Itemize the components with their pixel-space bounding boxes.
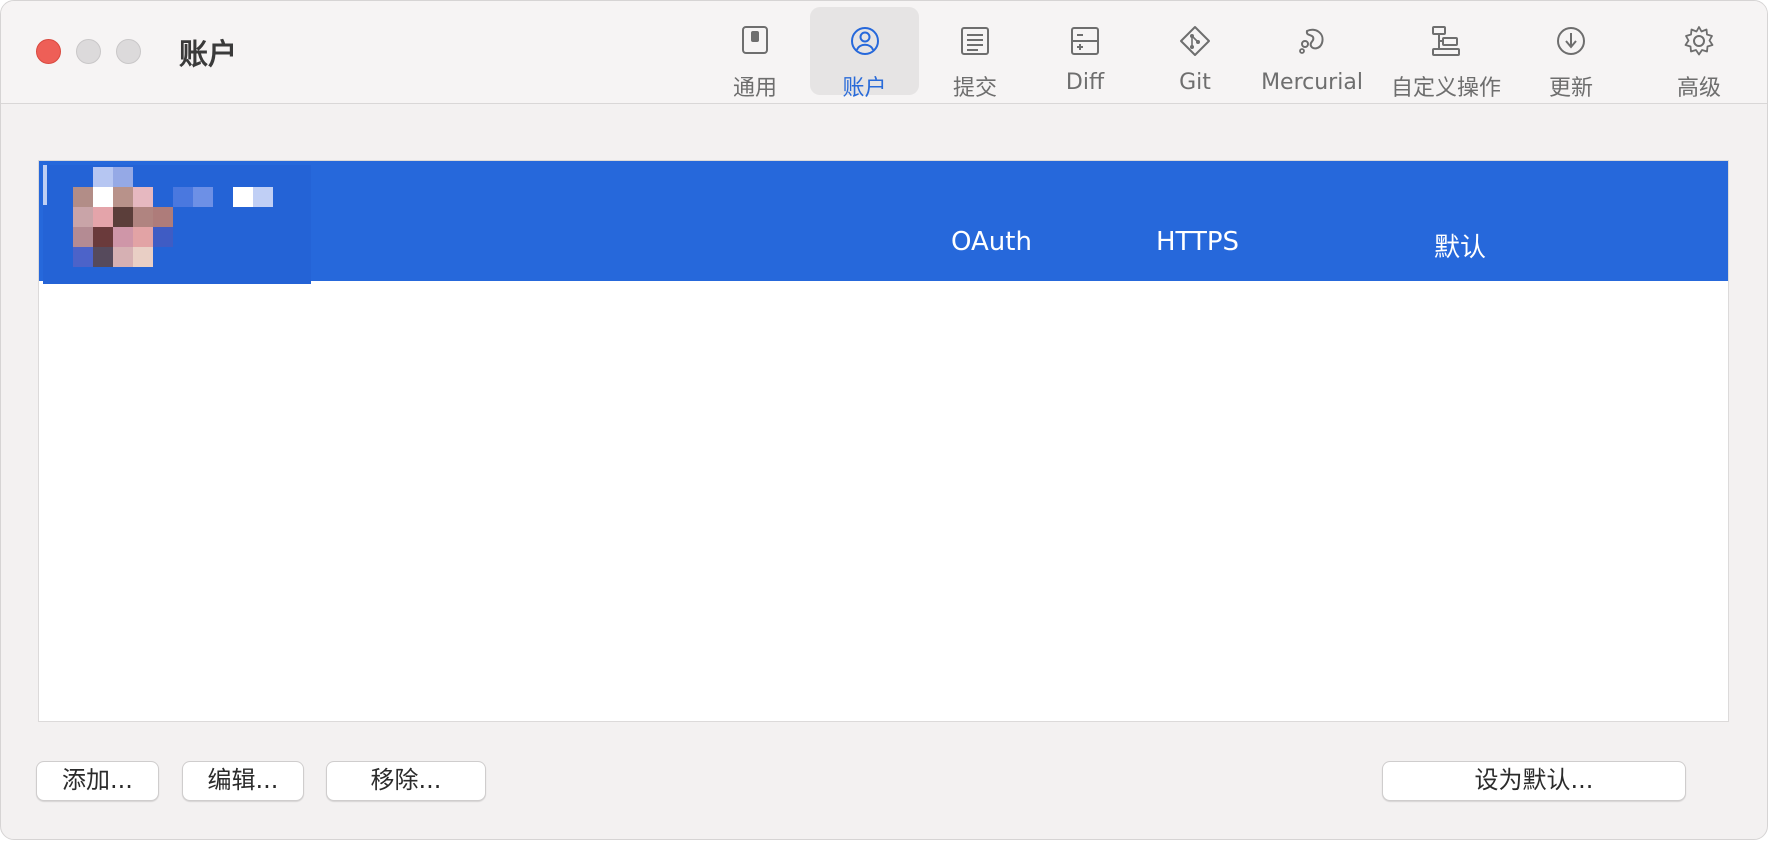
download-circle-icon (1557, 27, 1585, 55)
remove-button[interactable]: 移除... (326, 761, 486, 801)
tab-diff[interactable]: Diff (1035, 7, 1135, 95)
tab-label: 通用 (732, 76, 777, 101)
minimize-button[interactable] (76, 39, 101, 64)
tab-updates[interactable]: 更新 (1521, 7, 1621, 101)
tab-advanced[interactable]: 高级 (1649, 7, 1749, 101)
default-status-cell: 默认 (1434, 233, 1487, 263)
tab-commit[interactable]: 提交 (925, 7, 1025, 101)
tab-custom-actions[interactable]: 自定义操作 (1388, 7, 1504, 101)
accounts-table[interactable]: OAuth HTTPS 默认 (38, 160, 1729, 722)
diff-icon (1071, 27, 1099, 55)
close-button[interactable] (36, 39, 61, 64)
person-circle-icon (850, 27, 879, 55)
tab-label: 自定义操作 (1390, 76, 1501, 101)
switch-icon (742, 26, 768, 54)
flowchart-icon (1432, 26, 1460, 56)
git-icon (1180, 26, 1210, 56)
mercurial-icon (1299, 28, 1324, 54)
tab-accounts[interactable]: 账户 (810, 7, 919, 101)
tab-label: 高级 (1676, 76, 1721, 101)
tab-mercurial[interactable]: Mercurial (1258, 7, 1366, 95)
gear-icon (1684, 26, 1714, 56)
protocol-cell: HTTPS (1156, 227, 1240, 257)
table-row[interactable]: OAuth HTTPS 默认 (39, 161, 1728, 284)
window-title: 账户 (179, 37, 238, 71)
zoom-button[interactable] (116, 39, 141, 64)
document-lines-icon (961, 27, 989, 55)
tab-label: 更新 (1548, 76, 1593, 101)
tab-label: Diff (1065, 70, 1105, 95)
account-avatar (43, 165, 311, 284)
tab-label: 账户 (842, 76, 887, 101)
tab-general[interactable]: 通用 (705, 7, 805, 101)
add-button[interactable]: 添加... (36, 761, 159, 801)
preferences-window: 账户 通用 账户 提交 Diff Git Mercurial 自定义操作 更新 … (0, 0, 1768, 840)
tab-label: Mercurial (1261, 70, 1363, 95)
tab-label: 提交 (952, 76, 997, 101)
tab-label: Git (1179, 70, 1211, 95)
set-default-button[interactable]: 设为默认... (1382, 761, 1686, 801)
tab-git[interactable]: Git (1145, 7, 1245, 95)
auth-type-cell: OAuth (951, 227, 1032, 257)
titlebar: 账户 通用 账户 提交 Diff Git Mercurial 自定义操作 更新 … (1, 1, 1767, 104)
edit-button[interactable]: 编辑... (182, 761, 304, 801)
